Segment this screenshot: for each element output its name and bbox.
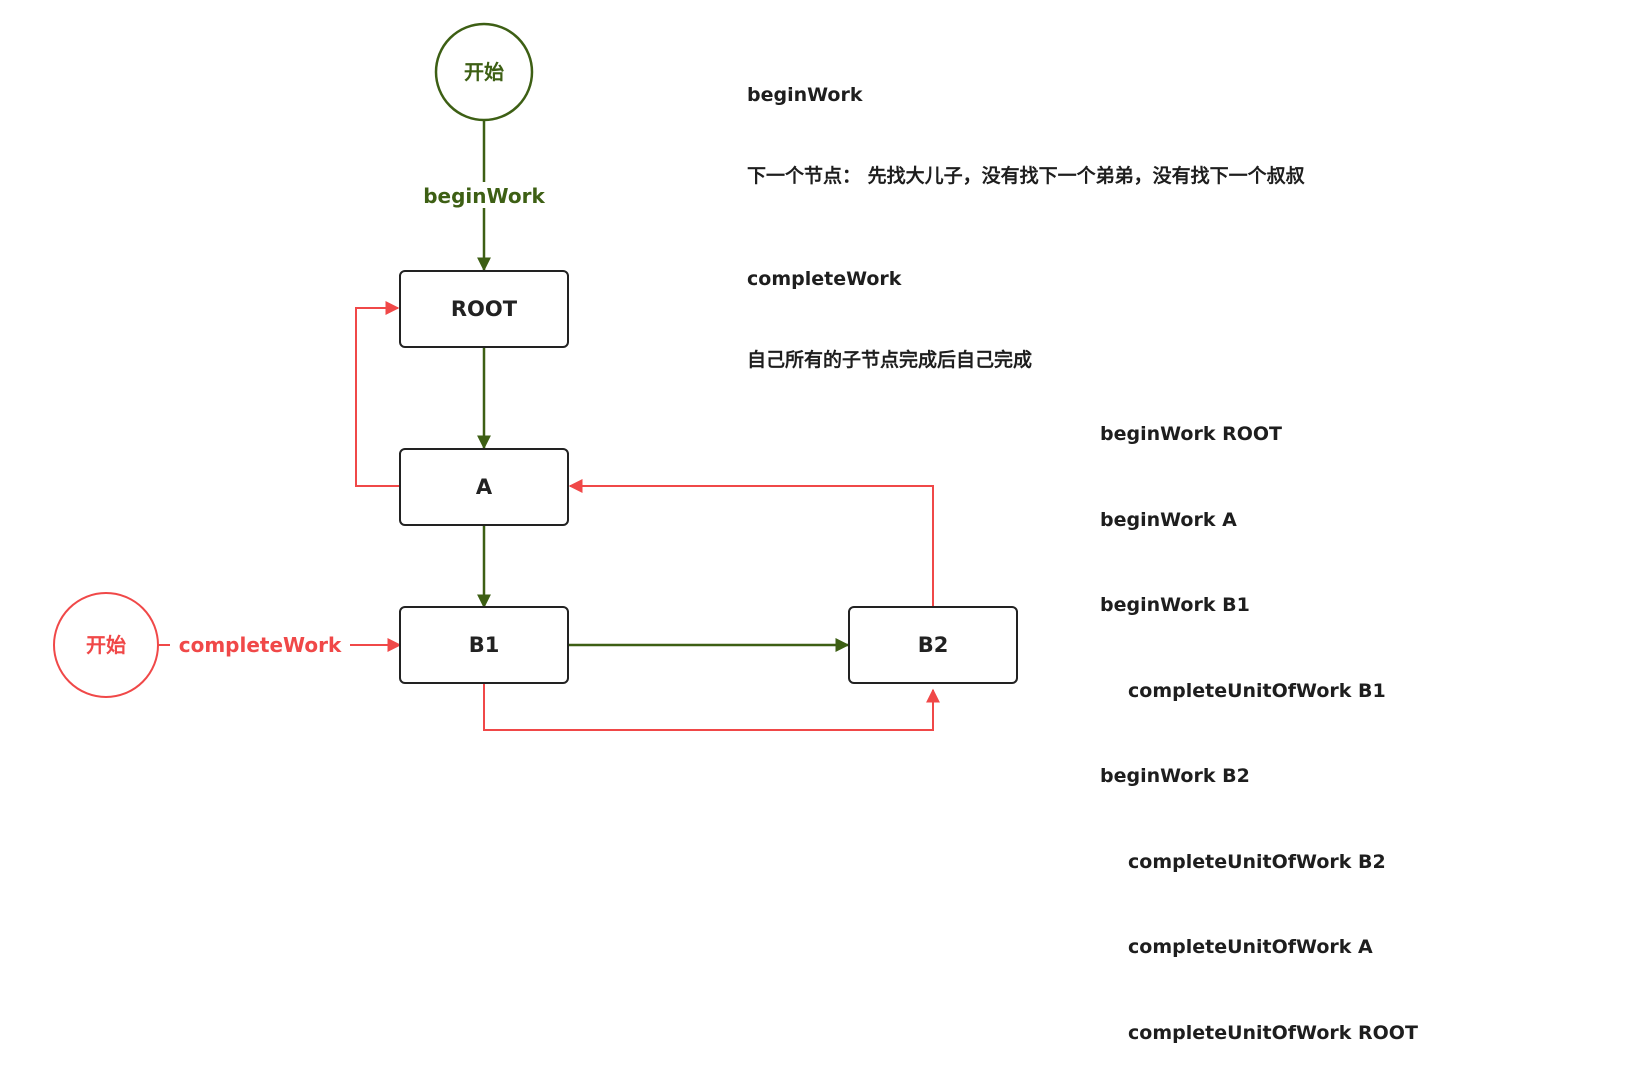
begin-work-note-desc: 下一个节点： 先找大儿子，没有找下一个弟弟，没有找下一个叔叔 bbox=[747, 165, 1305, 187]
node-root: ROOT bbox=[399, 270, 569, 348]
complete-work-note-title: completeWork bbox=[747, 268, 902, 290]
begin-work-note-title: beginWork bbox=[747, 84, 863, 106]
complete-work-note-desc: 自己所有的子节点完成后自己完成 bbox=[747, 349, 1033, 371]
complete-start-node: 开始 bbox=[53, 592, 159, 698]
node-a: A bbox=[399, 448, 569, 526]
node-b1-label: B1 bbox=[469, 633, 500, 657]
edge-a-to-root-complete bbox=[355, 301, 400, 487]
node-root-label: ROOT bbox=[451, 297, 518, 321]
trace-line: beginWork ROOT bbox=[1100, 423, 1282, 445]
trace-line: completeUnitOfWork A bbox=[1128, 936, 1373, 958]
edge-b2-to-a-complete bbox=[568, 479, 934, 607]
begin-start-node: 开始 bbox=[434, 22, 534, 122]
trace-line: completeUnitOfWork ROOT bbox=[1128, 1021, 1418, 1044]
begin-start-label: 开始 bbox=[464, 60, 504, 84]
trace-line: completeUnitOfWork B1 bbox=[1128, 679, 1386, 702]
begin-work-note: beginWork 下一个节点： 先找大儿子，没有找下一个弟弟，没有找下一个叔叔 bbox=[747, 28, 1305, 217]
trace-line: beginWork B2 bbox=[1100, 765, 1250, 787]
execution-trace: beginWork ROOT beginWork A beginWork B1 … bbox=[1100, 363, 1418, 1076]
node-b1: B1 bbox=[399, 606, 569, 684]
complete-edge-label: completeWork bbox=[179, 633, 342, 657]
edge-b1-to-b2-complete bbox=[483, 683, 940, 731]
complete-work-note: completeWork 自己所有的子节点完成后自己完成 bbox=[747, 212, 1032, 401]
trace-line: beginWork B1 bbox=[1100, 594, 1250, 616]
node-a-label: A bbox=[476, 475, 493, 499]
node-b2: B2 bbox=[848, 606, 1018, 684]
node-b2-label: B2 bbox=[918, 633, 949, 657]
begin-edge-label: beginWork bbox=[423, 184, 545, 208]
trace-line: completeUnitOfWork B2 bbox=[1128, 850, 1386, 873]
complete-start-label: 开始 bbox=[86, 633, 126, 657]
trace-line: beginWork A bbox=[1100, 508, 1237, 531]
